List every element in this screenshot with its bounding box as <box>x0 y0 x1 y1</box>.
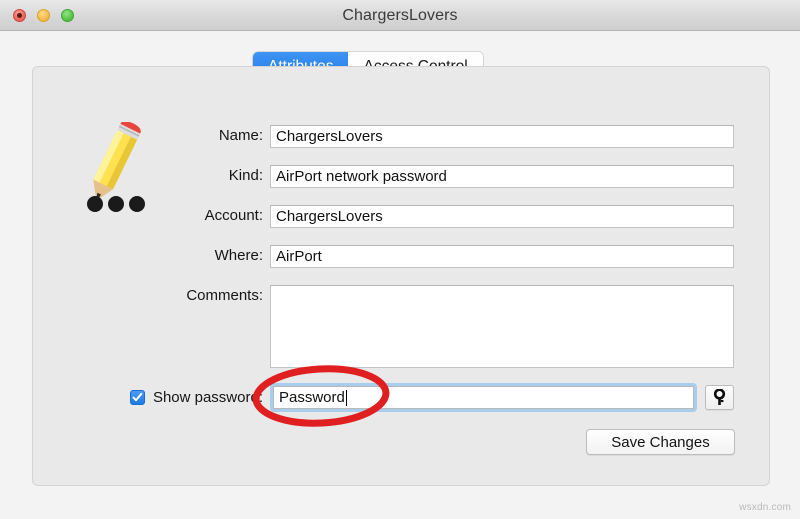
form-row-comments: Comments: <box>0 285 734 368</box>
label-where: Where: <box>214 247 263 264</box>
name-input[interactable] <box>270 125 734 148</box>
form-row-where: Where: <box>0 245 734 268</box>
comments-textarea[interactable] <box>270 285 734 368</box>
password-value: Password <box>279 389 345 406</box>
password-assistant-button[interactable] <box>705 385 734 410</box>
show-password-checkbox[interactable] <box>129 390 145 405</box>
label-account: Account: <box>204 207 263 224</box>
form-row-account: Account: <box>0 205 734 228</box>
show-password-row: Show password: Password <box>0 383 734 412</box>
show-password-control[interactable]: Show password: <box>0 389 263 406</box>
label-kind: Kind: <box>228 167 263 184</box>
title-bar: ChargersLovers <box>0 0 800 31</box>
show-password-label: Show password: <box>152 389 263 406</box>
password-input[interactable]: Password <box>273 386 694 409</box>
label-comments: Comments: <box>186 287 263 304</box>
form-row-kind: Kind: <box>0 165 734 188</box>
label-name: Name: <box>218 127 263 144</box>
password-field-focus-ring: Password <box>270 383 697 412</box>
window-title: ChargersLovers <box>342 7 458 24</box>
account-input[interactable] <box>270 205 734 228</box>
kind-input[interactable] <box>270 165 734 188</box>
key-icon <box>713 389 726 405</box>
save-changes-button[interactable]: Save Changes <box>586 429 735 455</box>
checkmark-icon <box>132 392 143 402</box>
keychain-item-window: ChargersLovers Attributes Access Control <box>0 0 800 519</box>
where-input[interactable] <box>270 245 734 268</box>
form-row-name: Name: <box>0 125 734 148</box>
text-caret <box>345 389 347 406</box>
watermark: wsxdn.com <box>739 502 791 513</box>
